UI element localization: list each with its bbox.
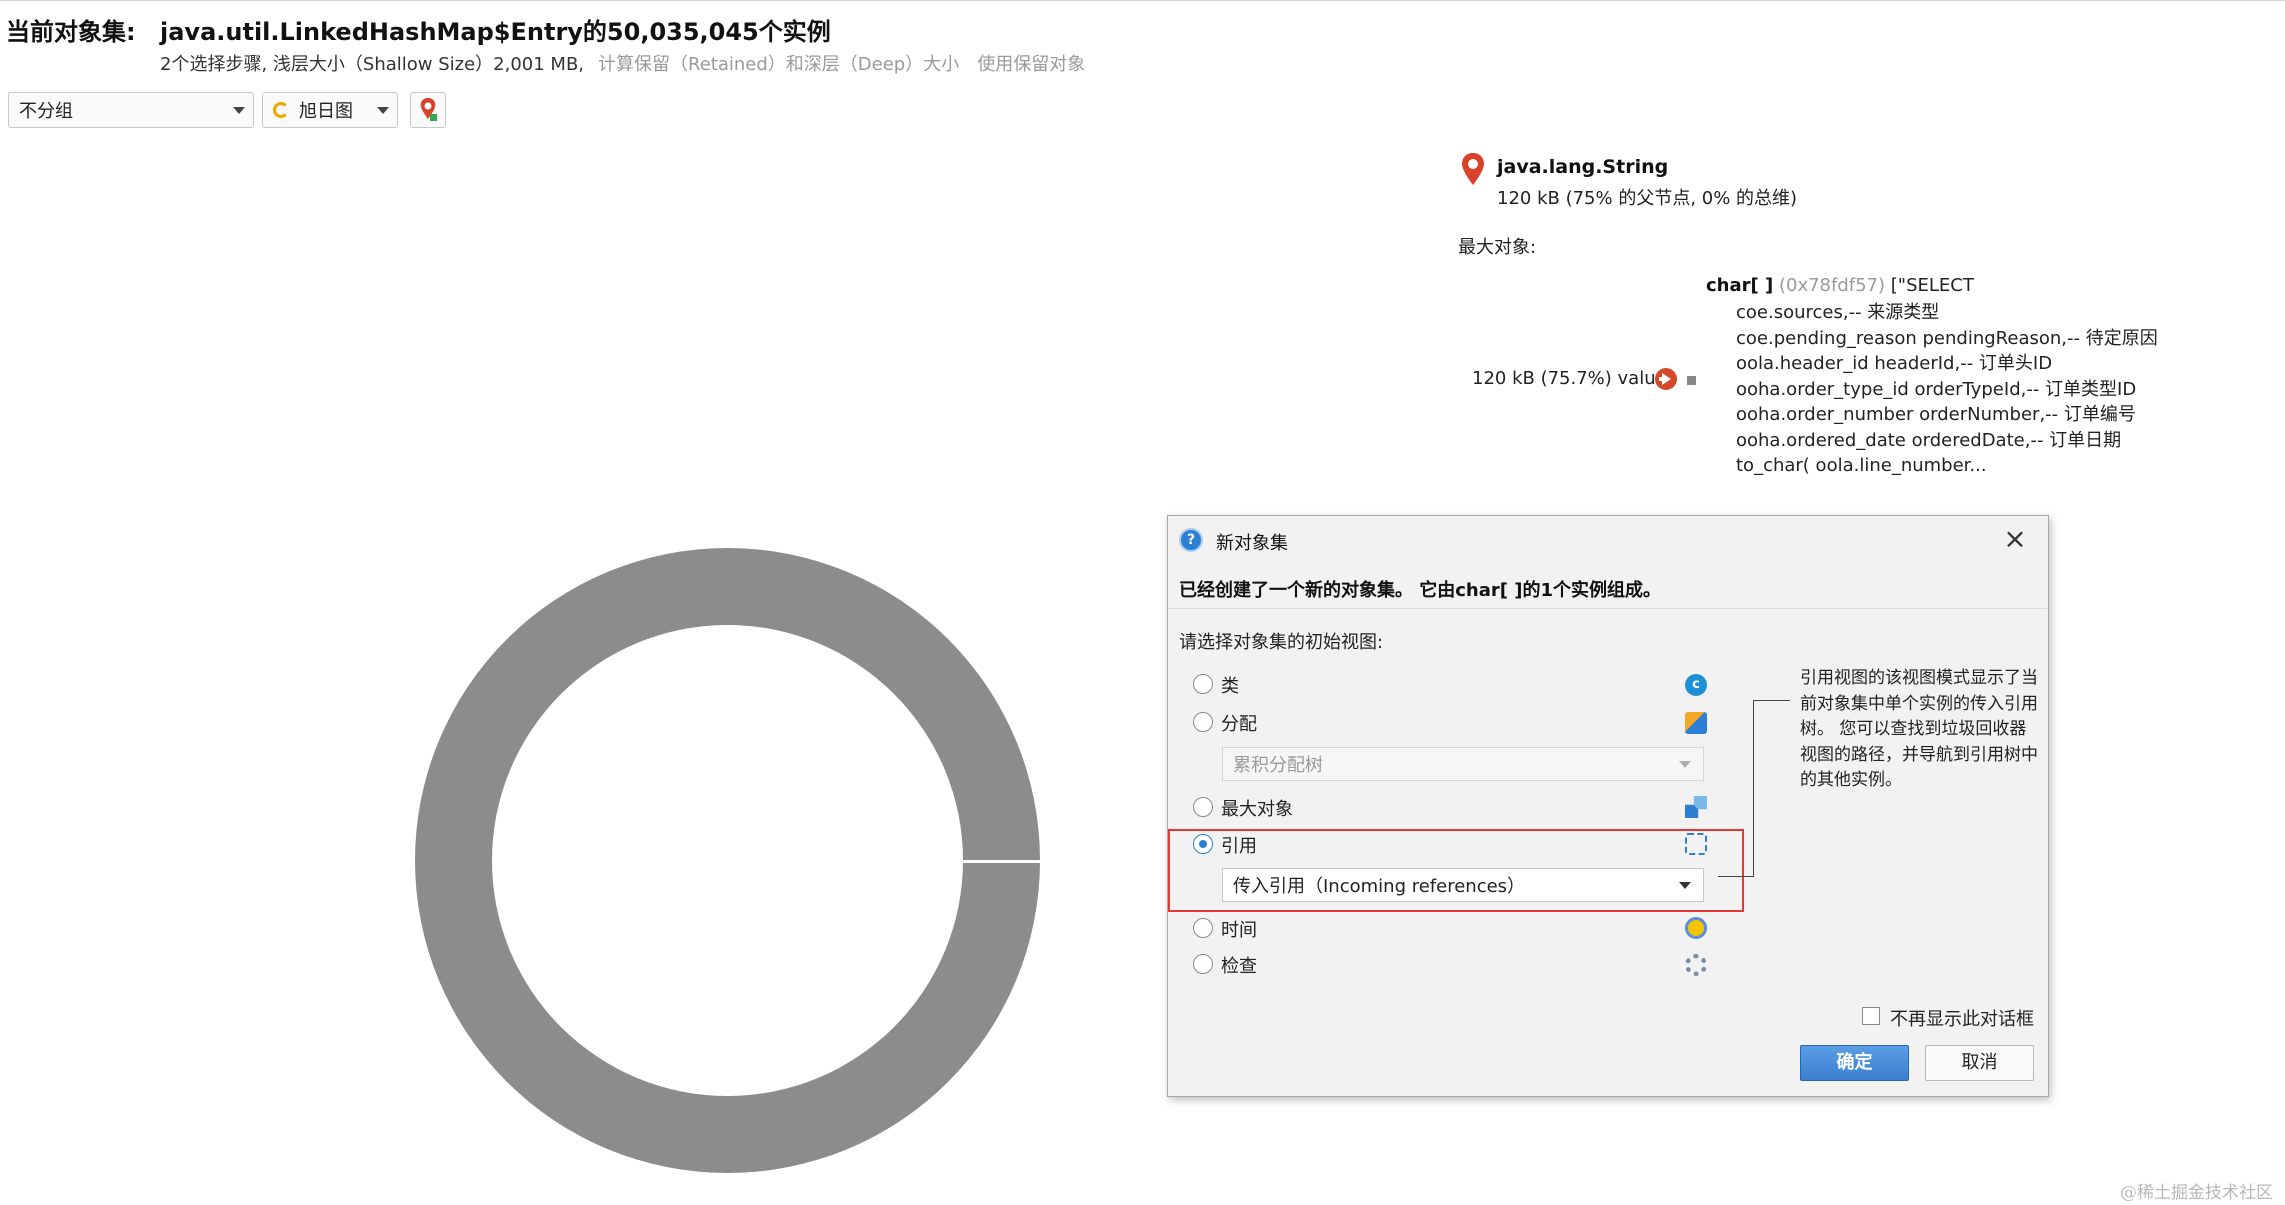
- view-description: 引用视图的该视图模式显示了当前对象集中单个实例的传入引用树。 您可以查找到垃圾回…: [1800, 668, 2038, 790]
- chevron-down-icon: [377, 107, 389, 114]
- dialog-message: 已经创建了一个新的对象集。 它由char[ ]的1个实例组成。: [1179, 580, 1662, 601]
- dialog-title: 新对象集: [1216, 533, 1288, 554]
- close-icon[interactable]: ×: [2000, 524, 2030, 554]
- help-icon: ?: [1179, 528, 1203, 552]
- watermark: @稀土掘金技术社区: [2120, 1183, 2273, 1203]
- option-inspection-label[interactable]: 检查: [1221, 952, 1257, 978]
- option-time-label[interactable]: 时间: [1221, 916, 1257, 942]
- radio-class[interactable]: [1193, 674, 1213, 694]
- ok-button[interactable]: 确定: [1800, 1045, 1909, 1081]
- grouping-select-value: 不分组: [19, 101, 73, 122]
- selected-class-size: 120 kB (75% 的父节点, 0% 的总维): [1497, 188, 1798, 209]
- time-icon: [1685, 917, 1707, 939]
- object-preview-line: coe.pending_reason pendingReason,-- 待定原因: [1736, 327, 2158, 349]
- dont-show-checkbox[interactable]: [1862, 1007, 1880, 1025]
- option-biggest-objects-label[interactable]: 最大对象: [1221, 795, 1293, 821]
- class-icon: c: [1685, 674, 1707, 696]
- use-retained-link[interactable]: 使用保留对象: [977, 54, 1085, 75]
- references-mode-select[interactable]: 传入引用（Incoming references）: [1222, 868, 1704, 902]
- allocation-mode-value: 累积分配树: [1233, 755, 1323, 776]
- object-preview-first-line: ["SELECT: [1890, 275, 1974, 296]
- chevron-down-icon: [1679, 882, 1691, 889]
- top-divider: [0, 0, 2285, 1]
- allocation-icon: [1685, 712, 1707, 734]
- view-select-value: 旭日图: [299, 101, 353, 122]
- object-preview-line: ooha.order_type_id orderTypeId,-- 订单类型ID: [1736, 378, 2137, 400]
- sunburst-icon: [273, 102, 289, 118]
- bracket-line: [1753, 700, 1790, 701]
- current-set-subtitle: 2个选择步骤, 浅层大小（Shallow Size）2,001 MB, 计算保留（…: [160, 50, 1085, 76]
- map-pin-button[interactable]: [410, 92, 446, 128]
- sunburst-segment-divider: [963, 860, 1041, 863]
- current-set-label: 当前对象集:: [6, 18, 136, 46]
- view-select[interactable]: 旭日图: [262, 92, 398, 128]
- dont-show-label[interactable]: 不再显示此对话框: [1890, 1005, 2034, 1031]
- calc-retained-link[interactable]: 计算保留（Retained）和深层（Deep）大小: [598, 54, 959, 75]
- option-class-label[interactable]: 类: [1221, 672, 1239, 698]
- radio-allocation[interactable]: [1193, 712, 1213, 732]
- dialog-prompt: 请选择对象集的初始视图:: [1179, 632, 1384, 653]
- object-preview-line: ooha.order_number orderNumber,-- 订单编号: [1736, 404, 2136, 425]
- location-pin-icon: [1460, 152, 1486, 190]
- chevron-down-icon: [1679, 761, 1691, 768]
- object-preview-line: coe.sources,-- 来源类型: [1736, 302, 1940, 323]
- sunburst-center: [492, 625, 963, 1096]
- radio-references[interactable]: [1193, 834, 1213, 854]
- biggest-objects-label: 最大对象:: [1458, 237, 1537, 258]
- bracket-line: [1718, 876, 1754, 877]
- selected-class-name: java.lang.String: [1497, 156, 1669, 178]
- object-address: (0x78fdf57): [1778, 275, 1886, 296]
- navigate-arrow-icon[interactable]: [1655, 368, 1677, 390]
- shallow-size-text: 2个选择步骤, 浅层大小（Shallow Size）2,001 MB,: [160, 54, 585, 75]
- inspection-icon: [1685, 954, 1707, 976]
- grouping-select[interactable]: 不分组: [8, 92, 254, 128]
- radio-inspection[interactable]: [1193, 954, 1213, 974]
- object-preview-line: ooha.ordered_date orderedDate,-- 订单日期: [1736, 429, 2122, 451]
- references-mode-value: 传入引用（Incoming references）: [1233, 876, 1526, 897]
- cancel-button[interactable]: 取消: [1925, 1045, 2034, 1081]
- radio-biggest-objects[interactable]: [1193, 797, 1213, 817]
- option-allocation-label[interactable]: 分配: [1221, 710, 1257, 736]
- current-set-title: java.util.LinkedHashMap$Entry的50,035,045…: [160, 18, 831, 46]
- allocation-mode-select: 累积分配树: [1222, 747, 1704, 781]
- option-references-label[interactable]: 引用: [1221, 832, 1257, 858]
- object-type: char[ ]: [1706, 275, 1774, 296]
- field-size-label: 120 kB (75.7%) value: [1472, 368, 1667, 389]
- object-preview: coe.sources,-- 来源类型 coe.pending_reason p…: [1736, 300, 2158, 479]
- square-bullet-icon: [1687, 376, 1696, 385]
- bracket-line: [1753, 700, 1754, 877]
- map-pin-icon: [420, 98, 437, 121]
- chevron-down-icon: [233, 107, 245, 114]
- dialog-divider: [1168, 608, 2047, 609]
- object-preview-line: oola.header_id headerId,-- 订单头ID: [1736, 353, 2053, 374]
- object-preview-line: to_char( oola.line_number...: [1736, 455, 1987, 476]
- references-icon: [1685, 833, 1707, 855]
- biggest-object-header[interactable]: char[ ] (0x78fdf57) ["SELECT: [1706, 275, 1974, 296]
- radio-time[interactable]: [1193, 918, 1213, 938]
